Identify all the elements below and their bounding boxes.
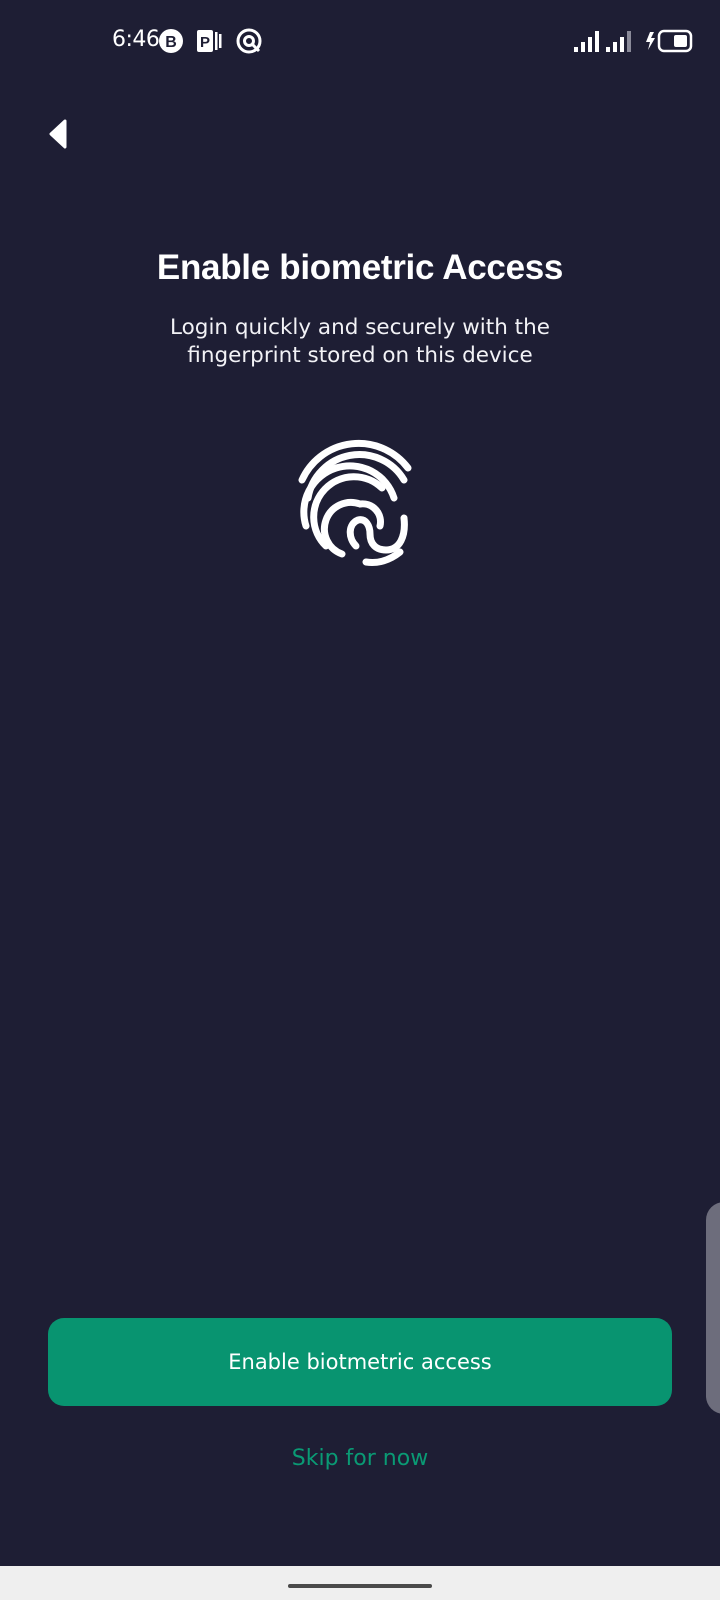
battery-charging-icon [646,29,693,53]
enable-biometric-button[interactable]: Enable biotmetric access [48,1318,672,1406]
screen: 6:46 B P Enable biometric Access Login q… [0,0,720,1566]
home-indicator[interactable] [288,1584,432,1588]
svg-text:P: P [200,34,210,51]
status-time: 6:46 [112,27,160,52]
navigation-bar [0,1566,720,1600]
side-drawer-handle[interactable] [706,1202,720,1414]
b-circle-icon: B [159,29,183,53]
svg-text:B: B [165,34,177,51]
page-subtitle: Login quickly and securely with the fing… [170,315,550,368]
q-circle-icon [236,28,262,54]
back-button[interactable] [36,112,80,156]
signal-strength-icon [574,31,599,52]
skip-for-now-link[interactable]: Skip for now [0,1446,720,1471]
parking-app-icon: P [197,30,222,52]
enable-biometric-button-label: Enable biotmetric access [228,1350,492,1374]
back-arrow-icon [49,119,67,149]
page-title: Enable biometric Access [156,248,564,287]
fingerprint-icon [298,439,412,566]
status-bar: 6:46 B P [0,0,720,80]
signal-strength-icon [606,31,631,52]
